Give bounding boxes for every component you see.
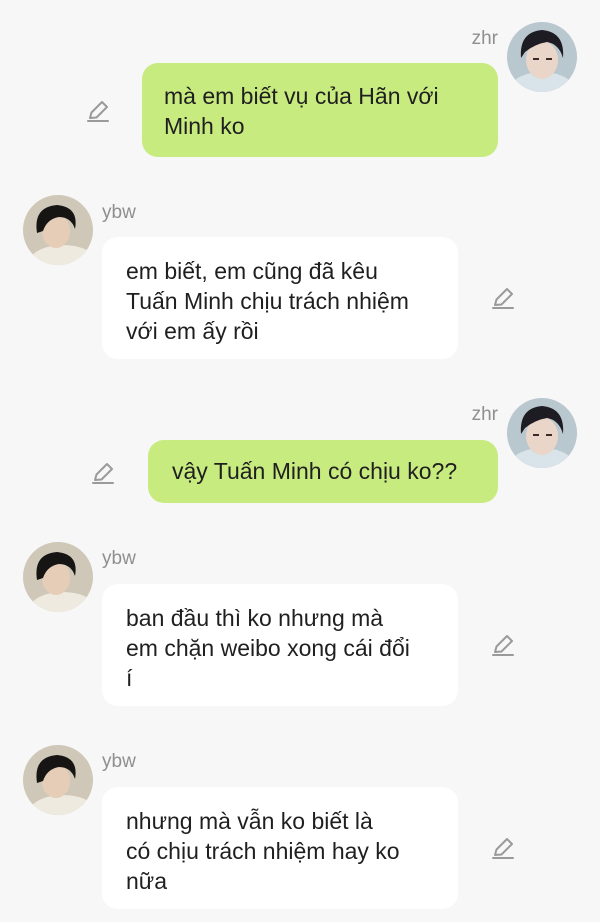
pencil-icon[interactable] xyxy=(490,632,516,658)
pencil-icon[interactable] xyxy=(490,285,516,311)
message-line: có chịu trách nhiệm hay ko xyxy=(126,838,400,864)
message-line: Tuấn Minh chịu trách nhiệm xyxy=(126,288,409,314)
message-bubble[interactable]: nhưng mà vẫn ko biết là có chịu trách nh… xyxy=(102,787,458,909)
avatar-zhr[interactable] xyxy=(507,398,577,468)
message-line: nhưng mà vẫn ko biết là xyxy=(126,808,373,834)
message-bubble[interactable]: vậy Tuấn Minh có chịu ko?? xyxy=(148,440,498,503)
pencil-icon[interactable] xyxy=(85,98,111,124)
message-bubble[interactable]: em biết, em cũng đã kêu Tuấn Minh chịu t… xyxy=(102,237,458,359)
message-line: í xyxy=(126,665,133,691)
message-line: em biết, em cũng đã kêu xyxy=(126,258,378,284)
message-line: em chặn weibo xong cái đổi xyxy=(126,635,410,661)
avatar-ybw[interactable] xyxy=(23,745,93,815)
message-line: ban đầu thì ko nhưng mà xyxy=(126,605,384,631)
avatar-ybw[interactable] xyxy=(23,195,93,265)
sender-name: zhr xyxy=(471,28,498,49)
message-line: với em ấy rồi xyxy=(126,318,259,344)
avatar-ybw[interactable] xyxy=(23,542,93,612)
message-line: mà em biết vụ của Hãn với xyxy=(164,83,439,109)
message-bubble[interactable]: mà em biết vụ của Hãn với Minh ko xyxy=(142,63,498,157)
sender-name: ybw xyxy=(102,751,136,772)
message-line: vậy Tuấn Minh có chịu ko?? xyxy=(172,458,458,484)
message-bubble[interactable]: ban đầu thì ko nhưng mà em chặn weibo xo… xyxy=(102,584,458,706)
sender-name: zhr xyxy=(471,404,498,425)
message-line: Minh ko xyxy=(164,113,245,139)
sender-name: ybw xyxy=(102,548,136,569)
pencil-icon[interactable] xyxy=(490,835,516,861)
pencil-icon[interactable] xyxy=(90,460,116,486)
message-line: nữa xyxy=(126,868,167,894)
sender-name: ybw xyxy=(102,202,136,223)
avatar-zhr[interactable] xyxy=(507,22,577,92)
